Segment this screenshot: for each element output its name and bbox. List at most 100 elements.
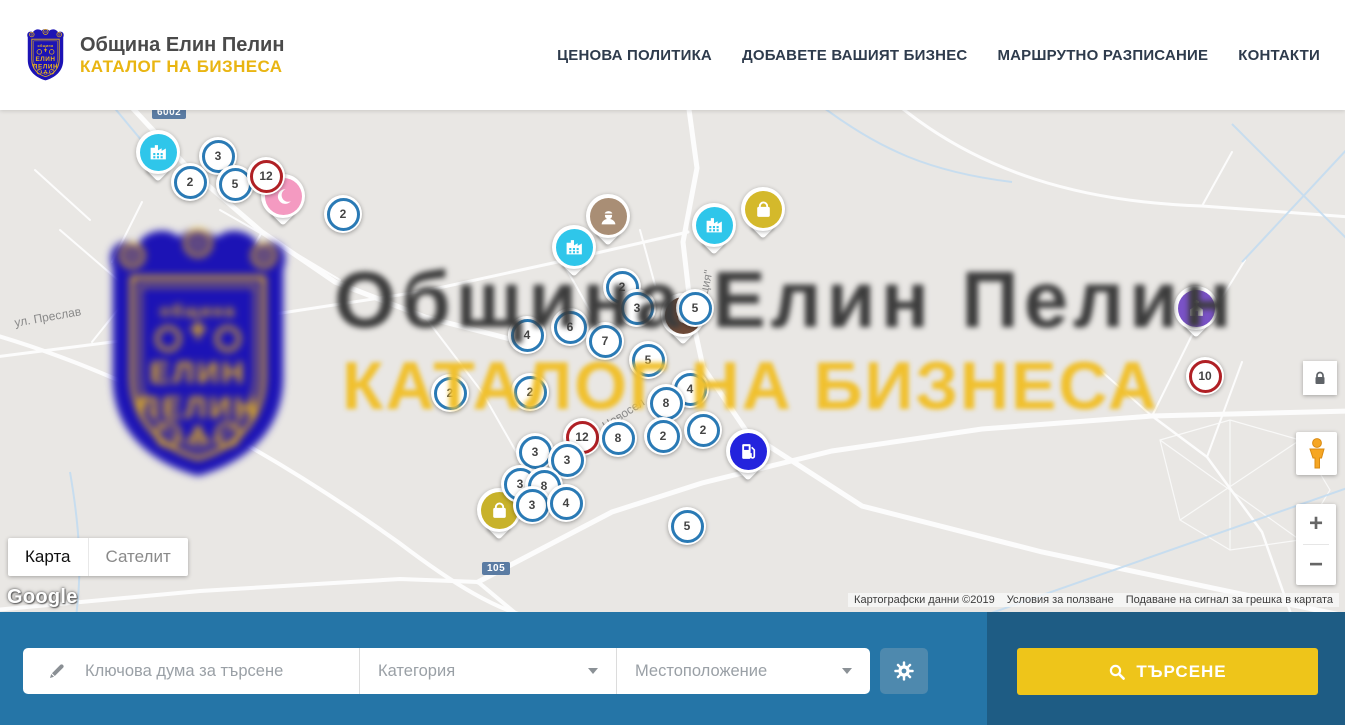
cluster-count: 2 xyxy=(660,429,667,443)
category-select[interactable]: Категория xyxy=(360,648,617,694)
lock-icon xyxy=(1311,369,1329,387)
report-map-error-link[interactable]: Подаване на сигнал за грешка в картата xyxy=(1120,593,1339,607)
cluster-count: 3 xyxy=(634,301,641,315)
cluster-count: 7 xyxy=(602,334,609,348)
cluster-ring: 2 xyxy=(434,377,467,410)
cluster-marker[interactable]: 8 xyxy=(599,419,637,457)
cluster-marker[interactable]: 6 xyxy=(551,308,589,346)
cluster-marker[interactable]: 7 xyxy=(586,322,624,360)
cluster-count: 10 xyxy=(1198,369,1211,383)
cluster-ring: 10 xyxy=(1189,360,1222,393)
street-name-label: ул. Преслав xyxy=(13,304,82,329)
cluster-marker[interactable]: 10 xyxy=(1186,357,1224,395)
pin-bubble xyxy=(136,130,180,174)
pin-bubble xyxy=(741,187,785,231)
advanced-search-button[interactable] xyxy=(880,648,928,694)
cluster-ring: 3 xyxy=(516,489,549,522)
cluster-count: 3 xyxy=(215,149,222,163)
terms-of-use-link[interactable]: Условия за ползване xyxy=(1001,593,1120,607)
cluster-marker[interactable]: 2 xyxy=(431,374,469,412)
cluster-marker[interactable]: 5 xyxy=(668,507,706,545)
cluster-ring: 7 xyxy=(589,325,622,358)
cluster-ring: 4 xyxy=(511,319,544,352)
markers-layer: 32512223564752248128223338345106002105ул… xyxy=(0,110,1345,612)
nav-pricing-policy[interactable]: ЦЕНОВА ПОЛИТИКА xyxy=(557,47,712,64)
pin-marker-church[interactable] xyxy=(1174,286,1218,344)
lock-button[interactable] xyxy=(1303,361,1337,395)
cluster-count: 8 xyxy=(663,396,670,410)
cluster-count: 5 xyxy=(232,177,239,191)
cluster-ring: 5 xyxy=(671,510,704,543)
cluster-ring: 2 xyxy=(514,376,547,409)
zoom-in-button[interactable]: + xyxy=(1296,504,1336,544)
street-view-pegman[interactable] xyxy=(1296,432,1337,475)
cluster-marker[interactable]: 2 xyxy=(684,411,722,449)
cluster-marker[interactable]: 3 xyxy=(513,486,551,524)
factory-icon xyxy=(556,229,593,266)
cluster-count: 2 xyxy=(447,386,454,400)
cluster-count: 3 xyxy=(564,453,571,467)
municipality-crest-icon xyxy=(22,25,69,85)
cluster-count: 3 xyxy=(532,445,539,459)
cluster-marker[interactable]: 2 xyxy=(324,195,362,233)
cluster-marker[interactable]: 12 xyxy=(247,157,285,195)
attribution-copyright: Картографски данни ©2019 xyxy=(848,593,1001,607)
chevron-down-icon xyxy=(842,668,852,674)
search-icon xyxy=(1108,663,1126,681)
cluster-count: 12 xyxy=(575,430,588,444)
pin-marker-bag[interactable] xyxy=(741,187,785,245)
cluster-count: 4 xyxy=(563,496,570,510)
map-type-satellite-button[interactable]: Сателит xyxy=(88,538,188,576)
cluster-ring: 2 xyxy=(327,198,360,231)
pin-marker-fuel[interactable] xyxy=(726,429,770,487)
location-select[interactable]: Местоположение xyxy=(617,648,870,694)
brand-text: Община Елин Пелин КАТАЛОГ НА БИЗНЕСА xyxy=(80,34,284,77)
cluster-marker[interactable]: 4 xyxy=(547,484,585,522)
cluster-ring: 4 xyxy=(550,487,583,520)
nav-route-schedule[interactable]: МАРШРУТНО РАЗПИСАНИЕ xyxy=(997,47,1208,64)
location-placeholder: Местоположение xyxy=(635,662,767,681)
cluster-marker[interactable]: 5 xyxy=(629,341,667,379)
site-title: Община Елин Пелин xyxy=(80,34,284,57)
search-button-panel: ТЪРСЕНЕ xyxy=(987,612,1345,725)
map-type-map-button[interactable]: Карта xyxy=(8,538,88,576)
chevron-down-icon xyxy=(588,668,598,674)
category-placeholder: Категория xyxy=(378,662,455,681)
cluster-marker[interactable]: 2 xyxy=(644,417,682,455)
pin-marker-factory[interactable] xyxy=(692,203,736,261)
nav-add-your-business[interactable]: ДОБАВЕТЕ ВАШИЯТ БИЗНЕС xyxy=(742,47,967,64)
cluster-marker[interactable]: 2 xyxy=(171,163,209,201)
cluster-count: 8 xyxy=(615,431,622,445)
cluster-count: 2 xyxy=(187,175,194,189)
cluster-ring: 2 xyxy=(687,414,720,447)
road-number-badge: 105 xyxy=(482,562,510,575)
cluster-ring: 3 xyxy=(519,436,552,469)
nav-contacts[interactable]: КОНТАКТИ xyxy=(1238,47,1320,64)
zoom-out-button[interactable]: − xyxy=(1296,545,1336,585)
cluster-ring: 6 xyxy=(554,311,587,344)
cluster-ring: 5 xyxy=(632,344,665,377)
cluster-marker[interactable]: 3 xyxy=(618,289,656,327)
pin-marker-factory[interactable] xyxy=(552,225,596,283)
cluster-marker[interactable]: 2 xyxy=(511,373,549,411)
cluster-ring: 8 xyxy=(650,387,683,420)
map-canvas[interactable]: 32512223564752248128223338345106002105ул… xyxy=(0,110,1345,612)
cluster-count: 12 xyxy=(259,169,272,183)
cluster-count: 5 xyxy=(692,301,699,315)
cluster-count: 2 xyxy=(700,423,707,437)
bag-icon xyxy=(745,191,782,228)
cluster-count: 4 xyxy=(687,382,694,396)
google-logo[interactable]: Google xyxy=(7,586,78,609)
cluster-ring: 12 xyxy=(250,160,283,193)
gear-icon xyxy=(893,660,915,682)
cluster-marker[interactable]: 4 xyxy=(508,316,546,354)
map-attribution: Картографски данни ©2019 Условия за полз… xyxy=(848,593,1339,607)
cluster-ring: 2 xyxy=(174,166,207,199)
keyword-input[interactable] xyxy=(83,661,327,682)
church-icon xyxy=(1178,290,1215,327)
pencil-icon xyxy=(47,661,67,681)
site-logo[interactable]: Община Елин Пелин КАТАЛОГ НА БИЗНЕСА xyxy=(22,25,284,85)
cluster-marker[interactable]: 5 xyxy=(676,289,714,327)
cluster-count: 5 xyxy=(645,353,652,367)
search-button[interactable]: ТЪРСЕНЕ xyxy=(1017,648,1318,695)
